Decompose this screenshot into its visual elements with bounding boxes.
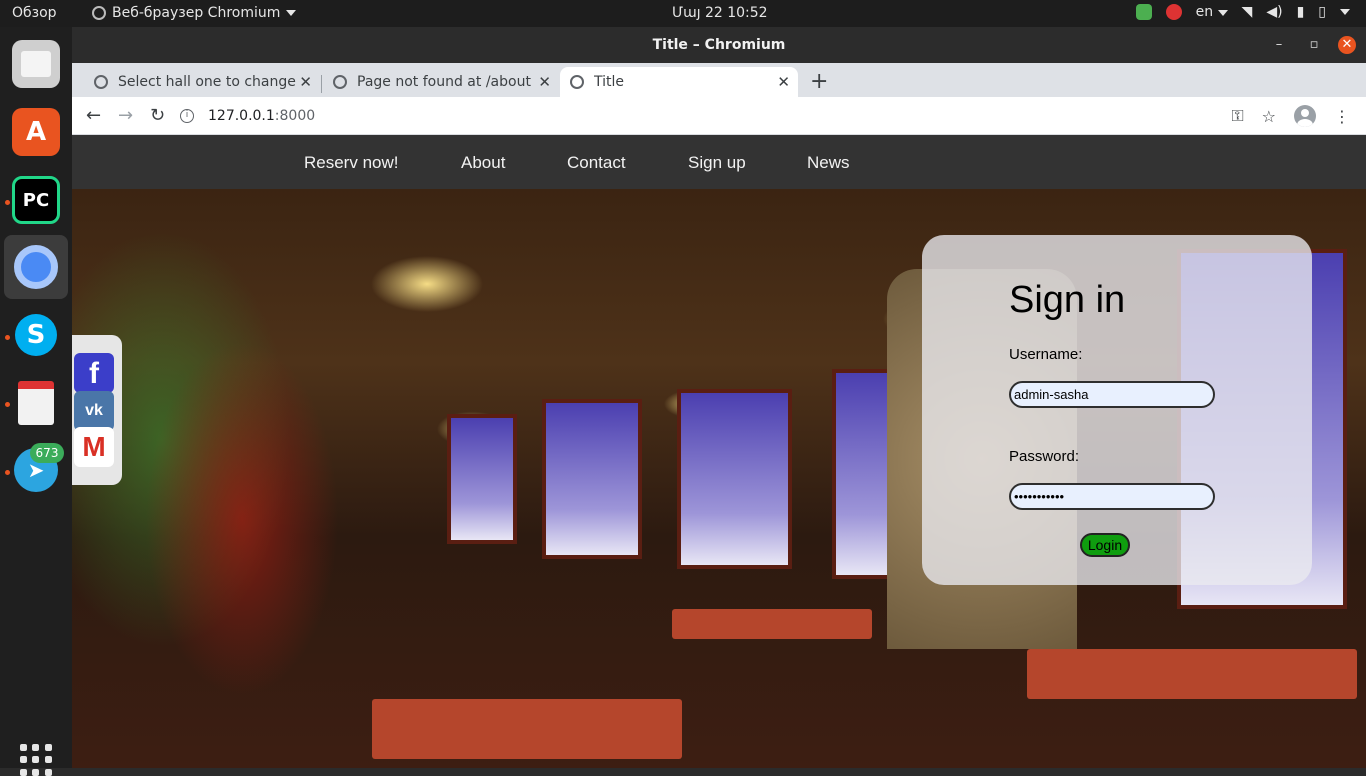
running-indicator [5,335,10,340]
skype-icon[interactable]: S [12,311,60,359]
window-title: Title – Chromium [652,37,786,53]
clock[interactable]: Մայ 22 10:52 [672,5,768,21]
toolbar-actions: ⚿ ☆ ⋮ [1231,105,1350,127]
running-indicator [5,470,10,475]
address-bar[interactable]: i 127.0.0.1:8000 [180,103,1240,129]
minimize-icon[interactable]: – [1270,36,1288,54]
system-top-bar: Обзор Веб-браузер Chromium Մայ 22 10:52 … [0,0,1366,27]
update-check-icon[interactable] [1135,4,1152,20]
system-tray: en ◥ ◀) ▮ ▯ [1135,4,1350,20]
username-label: Username: [1009,346,1083,363]
site-info-icon[interactable]: i [180,109,194,123]
tray-app-icon[interactable] [1165,4,1182,20]
password-input[interactable] [1009,483,1215,510]
volume-icon[interactable]: ◀) [1266,4,1282,20]
wifi-icon[interactable]: ◥ [1242,4,1253,20]
tab-select-hall[interactable]: Select hall one to change | ✕ [84,67,320,97]
tab-label: Title [594,74,625,90]
window-titlebar[interactable]: Title – Chromium – ▫ ✕ [72,27,1366,63]
tab-page-not-found[interactable]: Page not found at /about ✕ [323,67,559,97]
nav-contact[interactable]: Contact [567,153,626,173]
vk-icon[interactable]: vk [74,391,114,431]
chevron-down-icon [1217,10,1228,16]
profile-avatar-icon[interactable] [1294,105,1316,127]
chevron-down-icon [286,10,297,16]
login-title: Sign in [1009,279,1126,321]
reload-icon[interactable]: ↻ [150,105,165,126]
microphone-icon[interactable]: ▮ [1297,4,1305,20]
nav-news[interactable]: News [807,153,850,173]
files-icon[interactable] [12,40,60,88]
app-menu[interactable]: Веб-браузер Chromium [92,5,297,21]
login-card: Sign in Username: Password: Login [922,235,1312,585]
tab-label: Select hall one to change | [118,74,296,90]
restaurant-window [542,399,642,559]
restaurant-table [1027,649,1357,699]
show-applications-icon[interactable] [20,744,52,776]
restaurant-table [672,609,872,639]
browser-window: Title – Chromium – ▫ ✕ Select hall one t… [72,27,1366,768]
url-host: 127.0.0.1 [208,108,275,124]
maximize-icon[interactable]: ▫ [1305,36,1323,54]
forward-arrow-icon[interactable]: → [118,105,133,126]
globe-icon [94,75,108,89]
chromium-small-icon [92,6,106,20]
url-port: :8000 [274,108,316,124]
menu-dots-icon[interactable]: ⋮ [1334,107,1350,126]
facebook-icon[interactable]: f [74,353,114,393]
document-viewer-icon[interactable] [12,379,60,427]
close-tab-icon[interactable]: ✕ [777,73,790,91]
gmail-icon[interactable]: M [74,427,114,467]
tab-title[interactable]: Title ✕ [560,67,798,97]
restaurant-window [447,414,517,544]
app-menu-label: Веб-браузер Chromium [112,5,281,21]
tab-separator [321,75,322,93]
back-arrow-icon[interactable]: ← [86,105,101,126]
nav-about[interactable]: About [461,153,505,173]
dock: A PC S ➤ 673 [0,27,72,776]
pycharm-icon[interactable]: PC [12,176,60,224]
running-indicator [5,200,10,205]
language-indicator[interactable]: en [1196,4,1228,20]
restaurant-table [372,699,682,759]
new-tab-button[interactable]: + [810,69,828,94]
nav-reserv-now[interactable]: Reserv now! [304,153,398,173]
system-menu-chevron-icon[interactable] [1340,9,1350,15]
battery-icon[interactable]: ▯ [1318,4,1326,20]
close-tab-icon[interactable]: ✕ [299,73,312,91]
key-icon[interactable]: ⚿ [1231,106,1243,126]
language-label: en [1195,4,1214,20]
browser-toolbar: ← → ↻ i 127.0.0.1:8000 ⚿ ☆ ⋮ [72,97,1366,135]
running-indicator [5,402,10,407]
restaurant-window [677,389,792,569]
close-tab-icon[interactable]: ✕ [538,73,551,91]
web-page: Reserv now! About Contact Sign up News f… [72,135,1366,768]
close-window-icon[interactable]: ✕ [1338,36,1356,54]
password-label: Password: [1009,448,1080,465]
username-input[interactable] [1009,381,1215,408]
globe-icon [333,75,347,89]
software-center-icon[interactable]: A [12,108,60,156]
activities-button[interactable]: Обзор [12,5,57,21]
chromium-icon[interactable] [4,235,68,299]
telegram-unread-badge: 673 [30,443,64,463]
restaurant-window [832,369,892,579]
social-links-panel: f vk M [72,335,122,485]
login-button[interactable]: Login [1080,533,1130,557]
nav-sign-up[interactable]: Sign up [688,153,746,173]
globe-icon [570,75,584,89]
tab-label: Page not found at /about [357,74,531,90]
site-navbar: Reserv now! About Contact Sign up News [72,135,1366,189]
tab-strip: Select hall one to change | ✕ Page not f… [72,63,1366,97]
bookmark-star-icon[interactable]: ☆ [1262,107,1276,126]
